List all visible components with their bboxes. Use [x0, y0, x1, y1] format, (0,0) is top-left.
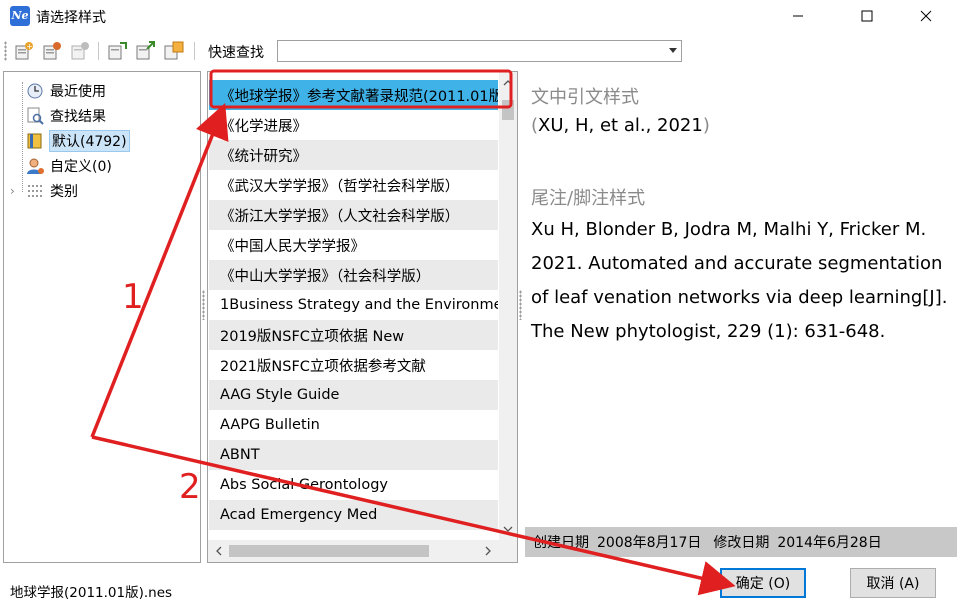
search-doc-icon: [26, 107, 44, 125]
status-filename: 地球学报(2011.01版).nes: [10, 585, 173, 601]
tree-item-search-results[interactable]: 查找结果: [26, 105, 106, 127]
horizontal-scroll-thumb[interactable]: [229, 545, 429, 557]
tree-item-custom[interactable]: 自定义(0): [26, 155, 112, 177]
maximize-button[interactable]: [844, 0, 890, 32]
cancel-button[interactable]: 取消 (A): [850, 568, 936, 598]
delete-style-icon: [71, 42, 89, 60]
toolbar-grip: [4, 41, 7, 61]
tree-item-recent[interactable]: 最近使用: [26, 80, 106, 102]
refresh-style-button[interactable]: [162, 40, 186, 62]
toolbar-separator: [194, 42, 195, 60]
date-info-bar: 创建日期 2008年8月17日 修改日期 2014年6月28日: [525, 527, 957, 557]
import-style-icon: [108, 42, 127, 60]
user-icon: [26, 157, 44, 175]
in-text-citation-title: 文中引文样式: [531, 87, 639, 108]
add-style-button[interactable]: +: [13, 40, 37, 62]
style-list-item[interactable]: Abs Social Gerontology: [209, 470, 498, 500]
style-list-item[interactable]: 《统计研究》: [209, 140, 498, 170]
export-style-button[interactable]: [134, 40, 158, 62]
scroll-left-icon[interactable]: [212, 540, 226, 562]
scroll-down-icon[interactable]: [499, 522, 517, 536]
clock-icon: [26, 82, 44, 100]
quick-search-label: 快速查找: [208, 45, 264, 61]
maximize-icon: [861, 10, 873, 22]
vertical-scroll-thumb[interactable]: [502, 100, 514, 120]
style-list-item[interactable]: AAG Style Guide: [209, 380, 498, 410]
horizontal-scrollbar[interactable]: [208, 540, 517, 562]
grid-icon: [26, 182, 44, 200]
refresh-style-icon: [164, 41, 184, 60]
close-icon: [920, 10, 932, 22]
style-list-item[interactable]: 《化学进展》: [209, 110, 498, 140]
export-style-icon: [136, 41, 155, 60]
style-list-item[interactable]: 《地球学报》参考文献著录规范(2011.01版): [209, 80, 498, 110]
style-list-item[interactable]: ABNT: [209, 440, 498, 470]
chevron-right-icon[interactable]: ›: [10, 184, 26, 198]
scroll-up-icon[interactable]: [499, 76, 517, 90]
category-tree[interactable]: 最近使用 查找结果 默认(4792) 自定义(0) › 类别: [3, 71, 201, 563]
toolbar-separator: [98, 42, 99, 60]
in-text-citation-preview: (XU, H, et al., 2021): [531, 115, 710, 136]
style-list-item[interactable]: 《中山大学学报》（社会科学版）: [209, 260, 498, 290]
minimize-icon: [793, 15, 803, 17]
title-bar: Ne 请选择样式: [0, 0, 959, 32]
style-list-item[interactable]: 2021版NSFC立项依据参考文献: [209, 350, 498, 380]
note-style-title: 尾注/脚注样式: [531, 188, 646, 209]
window-title: 请选择样式: [36, 10, 106, 26]
preview-panel: 文中引文样式 (XU, H, et al., 2021) 尾注/脚注样式 Xu …: [525, 71, 957, 563]
style-list-item[interactable]: AAPG Bulletin: [209, 410, 498, 440]
splitter-handle[interactable]: [202, 290, 205, 320]
reference-preview: Xu H, Blonder B, Jodra M, Malhi Y, Frick…: [531, 219, 948, 342]
style-list-item[interactable]: 2019版NSFC立项依据 New: [209, 320, 498, 350]
ok-button[interactable]: 确定 (O): [720, 568, 806, 598]
style-list[interactable]: 《地球学报》参考文献著录规范(2011.01版) 《化学进展》 《统计研究》 《…: [207, 71, 518, 563]
style-list-item[interactable]: 《浙江大学学报》（人文社会科学版）: [209, 200, 498, 230]
delete-style-button[interactable]: [69, 40, 93, 62]
tree-item-default[interactable]: 默认(4792): [26, 130, 130, 152]
dropdown-arrow-icon[interactable]: [669, 48, 677, 53]
svg-text:+: +: [26, 42, 33, 51]
step-1-label: 1: [122, 277, 144, 317]
minimize-button[interactable]: [775, 0, 821, 32]
quick-search-combobox[interactable]: [277, 40, 682, 62]
import-style-button[interactable]: [106, 40, 130, 62]
app-icon: Ne: [10, 6, 30, 26]
tree-line: [22, 82, 24, 192]
step-2-label: 2: [179, 467, 201, 507]
style-list-item[interactable]: Acad Emergency Med: [209, 500, 498, 530]
style-list-item[interactable]: 1Business Strategy and the Environment: [209, 290, 498, 320]
close-button[interactable]: [903, 0, 949, 32]
style-list-item[interactable]: 《中国人民大学学报》: [209, 230, 498, 260]
book-icon: [26, 132, 44, 150]
add-style-icon: +: [15, 42, 33, 60]
vertical-scrollbar[interactable]: [499, 72, 517, 540]
quick-search-input[interactable]: [280, 42, 664, 62]
style-list-item[interactable]: 《武汉大学学报》（哲学社会科学版）: [209, 170, 498, 200]
splitter-handle[interactable]: [519, 290, 522, 320]
scroll-right-icon[interactable]: [481, 540, 495, 562]
edit-style-icon: [43, 42, 61, 60]
edit-style-button[interactable]: [41, 40, 65, 62]
tree-item-category[interactable]: › 类别: [10, 180, 78, 202]
